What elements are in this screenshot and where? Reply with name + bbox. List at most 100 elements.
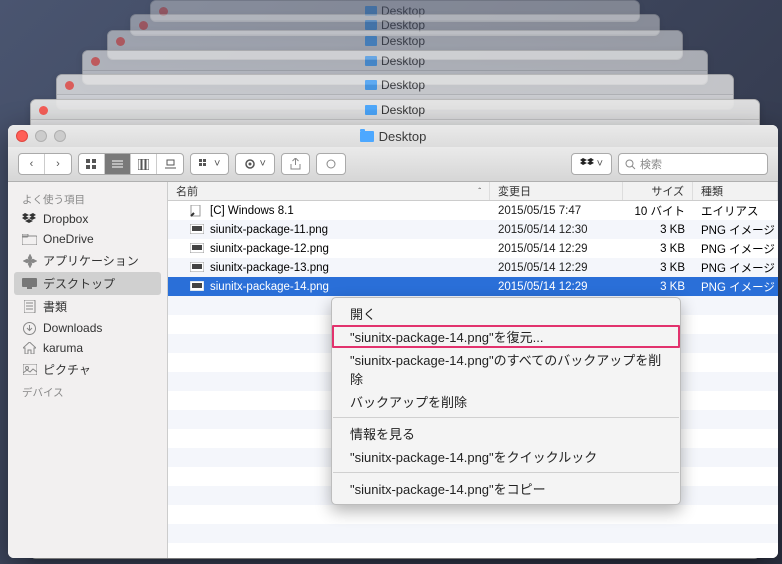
sidebar-item-label: Downloads [43, 321, 102, 335]
sidebar-item-label: 書類 [43, 298, 67, 315]
sidebar-item-applications[interactable]: アプリケーション [8, 249, 167, 272]
list-view-button[interactable] [105, 154, 131, 174]
file-name: [C] Windows 8.1 [210, 205, 294, 217]
menu-separator [333, 417, 679, 418]
file-date: 2015/05/14 12:29 [490, 243, 623, 255]
downloads-icon [22, 322, 37, 335]
desktop-icon [22, 277, 37, 290]
menu-get-info[interactable]: 情報を見る [332, 422, 680, 445]
file-row[interactable]: siunitx-package-12.png 2015/05/14 12:29 … [168, 239, 778, 258]
image-icon [190, 262, 204, 274]
applications-icon [22, 254, 37, 267]
file-date: 2015/05/14 12:30 [490, 224, 623, 236]
dropbox-icon [22, 213, 37, 226]
alias-icon [190, 205, 204, 217]
sidebar: よく使う項目 Dropbox OneDrive アプリケーション デスクトップ … [8, 182, 168, 558]
sidebar-item-label: ピクチャ [43, 361, 91, 378]
sidebar-item-label: Dropbox [43, 212, 88, 226]
menu-open[interactable]: 開く [332, 302, 680, 325]
sidebar-header-devices: デバイス [8, 381, 167, 402]
file-kind: PNG イメージ [693, 279, 778, 295]
sidebar-item-label: アプリケーション [43, 252, 139, 269]
image-icon [190, 224, 204, 236]
titlebar[interactable]: Desktop [8, 125, 778, 147]
zoom-button[interactable] [54, 130, 66, 142]
view-switcher[interactable] [78, 153, 184, 175]
menu-restore[interactable]: "siunitx-package-14.png"を復元... [332, 325, 680, 348]
folder-icon [360, 131, 374, 142]
close-button[interactable] [16, 130, 28, 142]
column-headers: 名前ˆ 変更日 サイズ 種類 [168, 182, 778, 201]
file-row[interactable]: [C] Windows 8.1 2015/05/15 7:47 10 バイト エ… [168, 201, 778, 220]
menu-separator [333, 472, 679, 473]
sidebar-header-favorites: よく使う項目 [8, 188, 167, 209]
share-icon [290, 158, 301, 170]
file-name: siunitx-package-12.png [210, 243, 329, 255]
sidebar-item-label: OneDrive [43, 232, 94, 246]
sidebar-item-downloads[interactable]: Downloads [8, 318, 167, 338]
arrange-button[interactable]: ˅ [190, 153, 229, 175]
empty-row [168, 543, 778, 558]
file-row[interactable]: siunitx-package-11.png 2015/05/14 12:30 … [168, 220, 778, 239]
empty-row [168, 524, 778, 543]
menu-quicklook[interactable]: "siunitx-package-14.png"をクイックルック [332, 445, 680, 468]
file-size: 3 KB [623, 243, 693, 255]
file-date: 2015/05/14 12:29 [490, 281, 623, 293]
dropbox-button[interactable]: ˅ [571, 153, 612, 175]
window-title: Desktop [379, 129, 427, 144]
image-icon [190, 281, 204, 293]
sidebar-item-home[interactable]: karuma [8, 338, 167, 358]
icon-view-button[interactable] [79, 154, 105, 174]
sidebar-item-label: デスクトップ [43, 275, 115, 292]
search-input[interactable]: 検索 [618, 153, 768, 175]
sidebar-item-dropbox[interactable]: Dropbox [8, 209, 167, 229]
back-button[interactable]: ‹ [19, 154, 45, 174]
file-row[interactable]: siunitx-package-13.png 2015/05/14 12:29 … [168, 258, 778, 277]
column-kind[interactable]: 種類 [693, 182, 778, 200]
menu-delete-backup[interactable]: バックアップを削除 [332, 390, 680, 413]
file-kind: PNG イメージ [693, 260, 778, 276]
tag-icon [325, 158, 337, 170]
file-row-selected[interactable]: siunitx-package-14.png 2015/05/14 12:29 … [168, 277, 778, 296]
file-name: siunitx-package-13.png [210, 262, 329, 274]
sidebar-item-pictures[interactable]: ピクチャ [8, 358, 167, 381]
sidebar-item-documents[interactable]: 書類 [8, 295, 167, 318]
coverflow-view-button[interactable] [157, 154, 183, 174]
folder-icon [22, 233, 37, 246]
empty-row [168, 505, 778, 524]
file-size: 3 KB [623, 262, 693, 274]
file-kind: PNG イメージ [693, 241, 778, 257]
action-button[interactable]: ˅ [235, 153, 274, 175]
dropbox-icon [580, 158, 594, 170]
minimize-button[interactable] [35, 130, 47, 142]
pictures-icon [22, 363, 37, 376]
search-placeholder: 検索 [640, 156, 662, 172]
image-icon [190, 243, 204, 255]
nav-back-forward[interactable]: ‹ › [18, 153, 72, 175]
file-size: 3 KB [623, 224, 693, 236]
column-date[interactable]: 変更日 [490, 182, 623, 200]
file-name: siunitx-package-11.png [210, 224, 328, 236]
share-button[interactable] [281, 153, 310, 175]
file-date: 2015/05/15 7:47 [490, 205, 623, 217]
file-size: 10 バイト [623, 203, 693, 219]
sidebar-item-desktop[interactable]: デスクトップ [14, 272, 161, 295]
column-view-button[interactable] [131, 154, 157, 174]
documents-icon [22, 300, 37, 313]
file-date: 2015/05/14 12:29 [490, 262, 623, 274]
gear-icon [244, 158, 256, 170]
file-kind: PNG イメージ [693, 222, 778, 238]
sidebar-item-onedrive[interactable]: OneDrive [8, 229, 167, 249]
file-kind: エイリアス [693, 203, 778, 219]
file-size: 3 KB [623, 281, 693, 293]
column-size[interactable]: サイズ [623, 182, 693, 200]
menu-copy[interactable]: "siunitx-package-14.png"をコピー [332, 477, 680, 500]
tags-button[interactable] [316, 153, 346, 175]
column-name[interactable]: 名前ˆ [168, 182, 490, 200]
search-icon [625, 159, 636, 170]
forward-button[interactable]: › [45, 154, 71, 174]
toolbar: ‹ › ˅ ˅ ˅ 検索 [8, 147, 778, 182]
home-icon [22, 342, 37, 355]
sidebar-item-label: karuma [43, 341, 83, 355]
menu-delete-all-backups[interactable]: "siunitx-package-14.png"のすべてのバックアップを削除 [332, 348, 680, 390]
